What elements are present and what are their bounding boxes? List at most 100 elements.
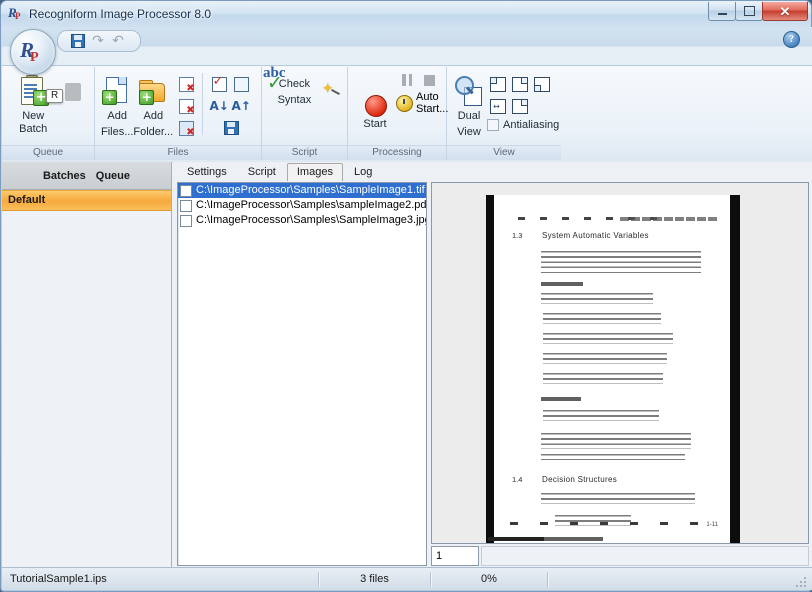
add-folder-icon: + [137,75,169,107]
file-checkbox[interactable] [180,184,192,197]
tab-strip: Settings Script Images Log [172,162,812,181]
check-syntax-icon: abc ✓ [263,65,286,94]
stop-icon[interactable] [419,70,439,90]
ribbon-group-label-script: Script [262,145,347,160]
keytip-badge: R [46,89,64,103]
ribbon-group-label-files: Files [95,145,261,160]
doc-section1-title: System Automatic Variables [542,231,649,240]
application-menu-button[interactable]: RP [10,29,56,75]
main-body: Batches Queue Default Settings Script Im… [2,162,812,570]
status-document-name: TutorialSample1.ips [10,573,107,585]
file-list-item[interactable]: C:\ImageProcessor\Samples\SampleImage3.j… [178,213,426,228]
doc-page-footer: 1-11 [706,522,718,528]
ribbon-group-label-view: View [447,145,561,160]
check-syntax-button[interactable]: abc ✓ Check Syntax [263,65,321,107]
application-window: RP Recogniform Image Processor 8.0 ✕ RP … [0,0,812,592]
add-files-button[interactable]: + Add Files... [101,71,133,139]
new-batch-label-line1: New [22,110,45,122]
auto-start-button[interactable]: Auto Start... [396,91,448,115]
batch-list[interactable]: Default [2,190,171,570]
file-list-item[interactable]: C:\ImageProcessor\Samples\SampleImage1.t… [178,183,426,198]
quick-access-row: RP ↷ ↶ ? [2,27,812,75]
start-button[interactable]: Start [354,91,396,131]
resize-grip[interactable] [796,575,808,587]
antialiasing-checkbox-box [487,119,499,131]
zoom-fit-width-icon[interactable]: ↔ [488,96,508,116]
file-path: C:\ImageProcessor\Samples\sampleImage2.p… [196,199,427,211]
antialiasing-checkbox[interactable]: Antialiasing [487,119,559,131]
remove-batch-icon-disabled [65,83,82,101]
content-panel: Settings Script Images Log C:\ImageProce… [172,162,812,570]
add-files-label-line1: Add [107,110,127,122]
remove-processed-files-icon[interactable]: ✖ [176,118,196,138]
page-number-input[interactable]: 1 [431,546,479,566]
ribbon-panel: + New Batch Queue + Add Files... + Add F… [2,65,812,163]
save-file-list-icon[interactable] [221,118,241,138]
dual-view-icon [453,75,485,107]
images-tab-content: C:\ImageProcessor\Samples\SampleImage1.t… [172,181,812,570]
batches-header: Batches Queue [2,162,171,190]
file-path: C:\ImageProcessor\Samples\SampleImage3.j… [196,214,427,226]
undo-arrow-icon[interactable]: ↶ [108,33,128,49]
doc-section1-number: 1.3 [512,231,523,240]
zoom-custom-icon[interactable] [510,96,530,116]
title-bar: RP Recogniform Image Processor 8.0 ✕ [1,1,811,27]
new-batch-button[interactable]: + New Batch [8,71,58,136]
sort-descending-icon[interactable]: A↑ [231,96,251,116]
batches-header-col2: Queue [95,169,131,182]
batches-panel: Batches Queue Default [2,162,172,570]
window-controls: ✕ [708,2,808,21]
document-content: 1.3 System Automatic Variables 1.4 Decis… [494,195,730,543]
auto-start-icon [396,94,413,112]
tab-log[interactable]: Log [344,163,382,181]
minimize-button[interactable] [708,2,736,21]
status-bar: TutorialSample1.ips 3 files 0% [2,567,812,590]
batch-item-default[interactable]: Default [2,190,171,211]
zoom-fit-height-icon[interactable] [532,74,552,94]
add-files-icon: + [101,75,133,107]
help-icon[interactable]: ? [783,31,800,48]
deselect-all-icon[interactable] [231,74,251,94]
image-preview-area[interactable]: 1.3 System Automatic Variables 1.4 Decis… [431,182,809,544]
quick-access-toolbar: ↷ ↶ [57,30,141,52]
doc-section2-number: 1.4 [512,475,523,484]
start-icon [359,91,391,117]
zoom-fit-page-icon[interactable] [510,74,530,94]
window-title: Recogniform Image Processor 8.0 [29,7,212,21]
batches-header-col1: Batches [42,169,86,182]
new-batch-label-line2: Batch [19,123,48,135]
file-checkbox[interactable] [180,214,192,227]
file-list[interactable]: C:\ImageProcessor\Samples\SampleImage1.t… [177,182,427,566]
redo-arrow-icon[interactable]: ↷ [88,33,108,49]
tab-images[interactable]: Images [286,163,343,181]
file-checkbox[interactable] [180,199,192,212]
ribbon-area: RP ↷ ↶ ? + New Batch Queue + Add Files..… [2,27,812,163]
tab-settings[interactable]: Settings [177,163,237,181]
ribbon-group-files: + Add Files... + Add Folder... ✖ ✖ ✖ ✓ A… [95,67,262,160]
pause-icon[interactable] [397,70,417,90]
dual-view-button[interactable]: Dual View [453,71,485,139]
zoom-actual-size-icon[interactable] [488,74,508,94]
start-label: Start [363,118,387,130]
maximize-button[interactable] [735,2,763,21]
add-folder-button[interactable]: + Add Folder... [133,71,173,139]
select-all-icon[interactable] [209,74,229,94]
preview-panel: 1.3 System Automatic Variables 1.4 Decis… [431,182,809,566]
remove-all-files-icon[interactable]: ✖ [176,96,196,116]
page-navigation-row: 1 [431,546,809,566]
add-folder-label-line2: Folder... [133,126,174,138]
antialiasing-label: Antialiasing [503,119,560,131]
remove-file-icon[interactable]: ✖ [176,74,196,94]
preview-horizontal-scrollbar[interactable] [488,537,544,541]
file-list-item[interactable]: C:\ImageProcessor\Samples\sampleImage2.p… [178,198,426,213]
save-icon[interactable] [68,33,88,49]
auto-start-label-line1: Auto [416,91,439,103]
close-button[interactable]: ✕ [762,2,808,21]
sort-ascending-icon[interactable]: A↓ [209,96,229,116]
script-wizard-icon[interactable]: ✦ [322,81,340,101]
page-navigation-spacer [481,546,809,566]
tab-script[interactable]: Script [238,163,286,181]
app-logo-icon: RP [8,5,21,21]
ribbon-group-script: abc ✓ Check Syntax ✦ Script [262,65,348,160]
add-files-label-line2: Files... [101,126,134,138]
